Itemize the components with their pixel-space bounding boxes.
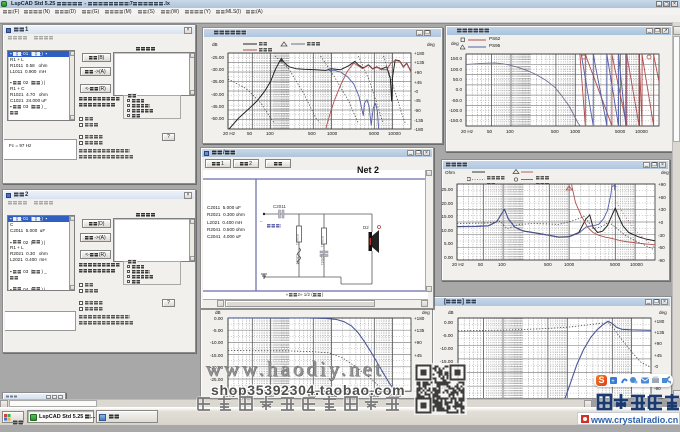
svg-text:C2041: C2041 bbox=[320, 254, 324, 265]
svg-text:L2021: L2021 bbox=[295, 254, 299, 265]
svg-text:+: + bbox=[611, 379, 615, 385]
svg-text:←: ← bbox=[259, 218, 264, 223]
svg-text:D2: D2 bbox=[363, 225, 369, 230]
svg-text:R2041: R2041 bbox=[320, 236, 324, 247]
svg-text:C2011: C2011 bbox=[273, 204, 286, 209]
svg-text:R2021: R2021 bbox=[295, 234, 299, 245]
